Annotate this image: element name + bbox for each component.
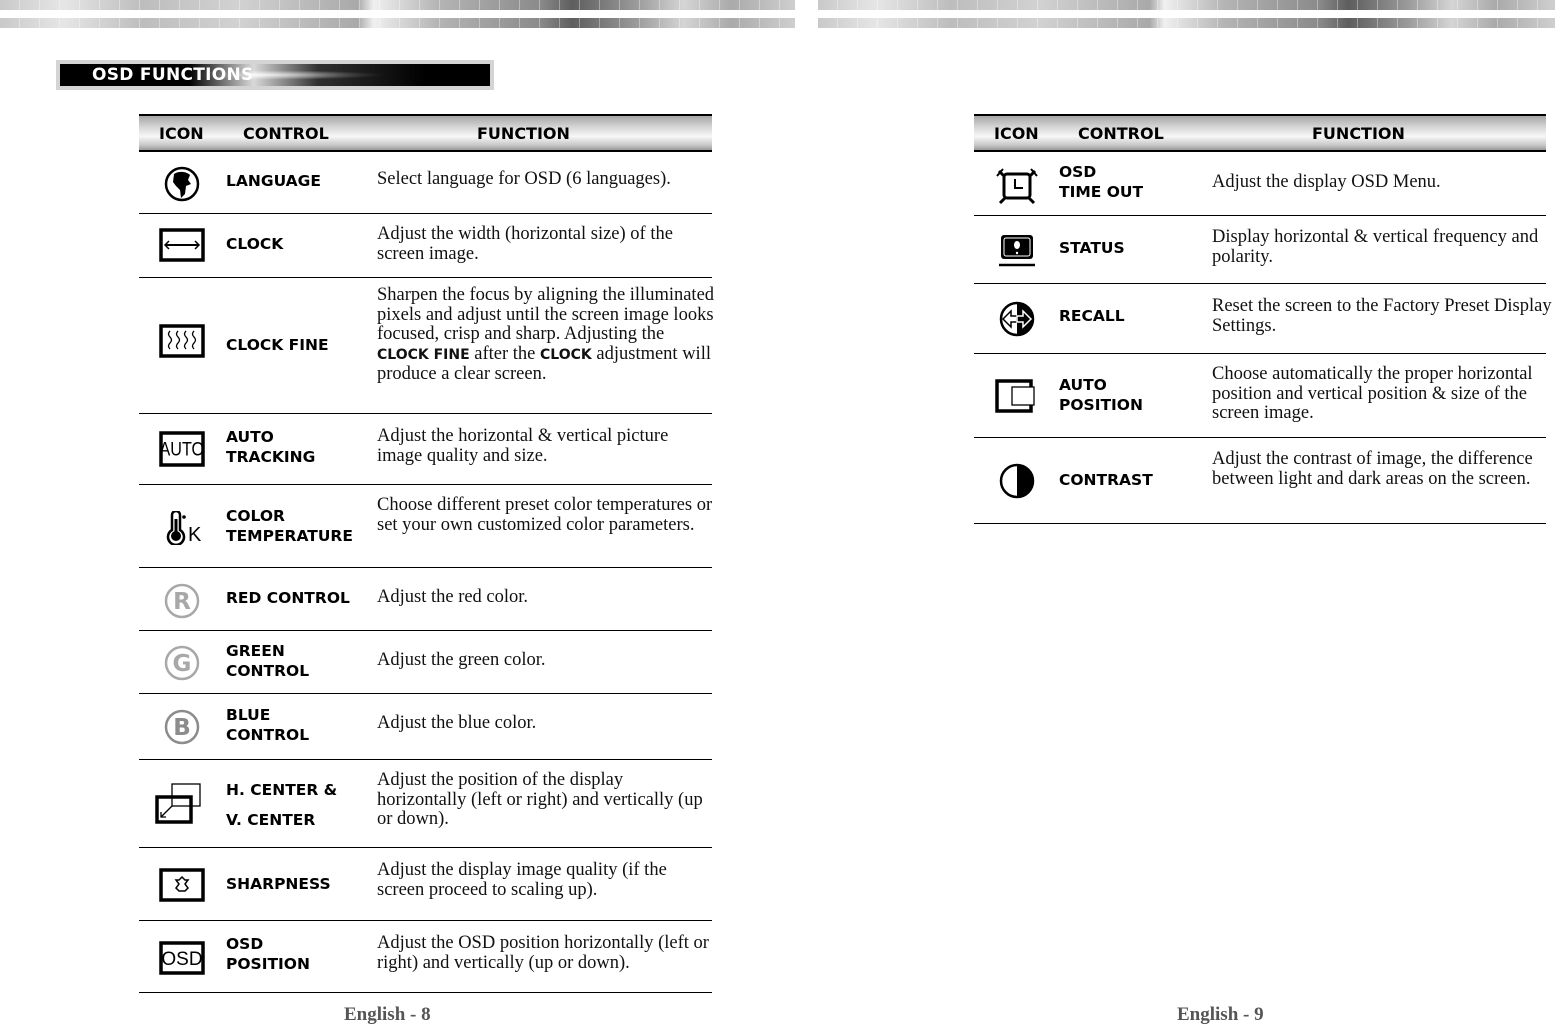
table-row-auto-position: AUTO POSITION Choose automatically the p…: [974, 354, 1546, 438]
globe-icon: [157, 166, 207, 202]
function-description: Adjust the blue color.: [377, 713, 537, 733]
table-row-color-temperature: K COLOR TEMPERATURE Choose different pre…: [139, 485, 712, 568]
center-position-icon: [149, 782, 209, 826]
status-monitor-icon: [992, 232, 1042, 268]
table-row-auto-tracking: AUTO AUTO TRACKING Adjust the horizontal…: [139, 414, 712, 485]
function-description: Adjust the OSD position horizontally (le…: [377, 933, 709, 973]
header-icon: ICON: [159, 124, 204, 143]
svg-text:G: G: [173, 651, 192, 677]
control-label: AUTO POSITION: [1059, 376, 1143, 414]
control-label: STATUS: [1059, 239, 1125, 257]
control-label: H. CENTER & V. CENTER: [226, 781, 338, 829]
function-description: Adjust the width (horizontal size) of th…: [377, 224, 673, 264]
control-label: AUTO TRACKING: [226, 428, 316, 466]
function-description: Choose automatically the proper horizont…: [1212, 364, 1533, 424]
function-description: Choose different preset color temperatur…: [377, 495, 713, 535]
svg-text:R: R: [173, 589, 191, 615]
svg-text:B: B: [173, 715, 191, 741]
contrast-icon: [992, 462, 1042, 500]
recall-arrows-icon: [992, 300, 1042, 338]
table-row-contrast: CONTRAST Adjust the contrast of image, t…: [974, 438, 1546, 524]
function-description: Adjust the position of the display horiz…: [377, 770, 703, 830]
function-description: Adjust the contrast of image, the differ…: [1212, 449, 1533, 489]
table-row-recall: RECALL Reset the screen to the Factory P…: [974, 284, 1552, 354]
function-description: Adjust the red color.: [377, 587, 529, 607]
table-row-green-control: G GREEN CONTROL Adjust the green color.: [139, 631, 712, 694]
function-emphasis-clock: CLOCK: [540, 346, 592, 363]
auto-icon: AUTO: [157, 431, 207, 467]
osd-functions-table-left: ICON CONTROL FUNCTION LANGUAGE Select la…: [139, 114, 714, 993]
table-row-language: LANGUAGE Select language for OSD (6 lang…: [139, 152, 712, 214]
osd-functions-table-right: ICON CONTROL FUNCTION OSD TIME OUT Adjus…: [974, 114, 1552, 524]
table-row-status: STATUS Display horizontal & vertical fre…: [974, 216, 1546, 284]
table-row-blue-control: B BLUE CONTROL Adjust the blue color.: [139, 694, 712, 760]
auto-position-icon: [992, 378, 1042, 414]
alarm-clock-icon: [992, 167, 1042, 205]
table-row-sharpness: SHARPNESS Adjust the display image quali…: [139, 848, 712, 921]
blue-b-icon: B: [157, 709, 207, 745]
control-label: CLOCK FINE: [226, 336, 329, 354]
control-label: GREEN CONTROL: [226, 642, 310, 680]
function-emphasis-clock-fine: CLOCK FINE: [377, 346, 470, 363]
header-icon: ICON: [994, 124, 1039, 143]
function-description: Adjust the green color.: [377, 650, 546, 670]
header-function: FUNCTION: [1312, 124, 1405, 143]
header-banner-left: [0, 0, 795, 29]
control-label: CONTRAST: [1059, 471, 1153, 489]
svg-text:K: K: [188, 524, 202, 545]
control-label: OSD TIME OUT: [1059, 163, 1144, 201]
section-title: OSD FUNCTIONS: [92, 65, 254, 85]
table-row-clock-fine: CLOCK FINE Sharpen the focus by aligning…: [139, 278, 714, 414]
header-control: CONTROL: [1078, 124, 1164, 143]
green-g-icon: G: [157, 645, 207, 681]
sharpness-icon: [157, 868, 207, 902]
control-label: SHARPNESS: [226, 875, 331, 893]
function-description: Sharpen the focus by aligning the illumi…: [377, 285, 717, 385]
svg-text:AUTO: AUTO: [160, 438, 205, 460]
function-description: Adjust the display image quality (if the…: [377, 860, 667, 900]
table-header: ICON CONTROL FUNCTION: [974, 114, 1546, 152]
control-label: CLOCK: [226, 235, 284, 253]
function-description: Select language for OSD (6 languages).: [377, 169, 671, 189]
control-label: OSD POSITION: [226, 935, 310, 973]
table-row-osd-time-out: OSD TIME OUT Adjust the display OSD Menu…: [974, 152, 1546, 216]
horizontal-width-icon: [157, 228, 207, 262]
control-label: LANGUAGE: [226, 172, 321, 190]
thermometer-kelvin-icon: K: [157, 511, 207, 545]
function-description: Display horizontal & vertical frequency …: [1212, 227, 1539, 267]
table-row-center: H. CENTER & V. CENTER Adjust the positio…: [139, 760, 712, 848]
table-row-clock: CLOCK Adjust the width (horizontal size)…: [139, 214, 712, 278]
header-control: CONTROL: [243, 124, 329, 143]
function-description: Adjust the horizontal & vertical picture…: [377, 426, 669, 466]
control-label: COLOR TEMPERATURE: [226, 507, 353, 545]
section-title-bar: OSD FUNCTIONS: [56, 60, 494, 90]
table-row-red-control: R RED CONTROL Adjust the red color.: [139, 568, 712, 631]
function-description: Adjust the display OSD Menu.: [1212, 172, 1441, 192]
osd-position-icon: OSD: [157, 941, 207, 975]
function-text: Sharpen the focus by aligning the illumi…: [377, 285, 715, 345]
control-label: RED CONTROL: [226, 589, 350, 607]
header-banner-right: [818, 0, 1555, 29]
red-r-icon: R: [157, 583, 207, 619]
page-number-left: English - 8: [344, 1004, 431, 1025]
svg-text:OSD: OSD: [161, 949, 202, 970]
control-label: RECALL: [1059, 307, 1125, 325]
control-label: BLUE CONTROL: [226, 706, 310, 744]
table-header: ICON CONTROL FUNCTION: [139, 114, 712, 152]
header-function: FUNCTION: [477, 124, 570, 143]
table-row-osd-position: OSD OSD POSITION Adjust the OSD position…: [139, 921, 712, 993]
function-text: after the: [469, 343, 541, 364]
function-description: Reset the screen to the Factory Preset D…: [1212, 296, 1552, 336]
page-number-right: English - 9: [1177, 1004, 1264, 1025]
wavy-lines-icon: [157, 324, 207, 358]
